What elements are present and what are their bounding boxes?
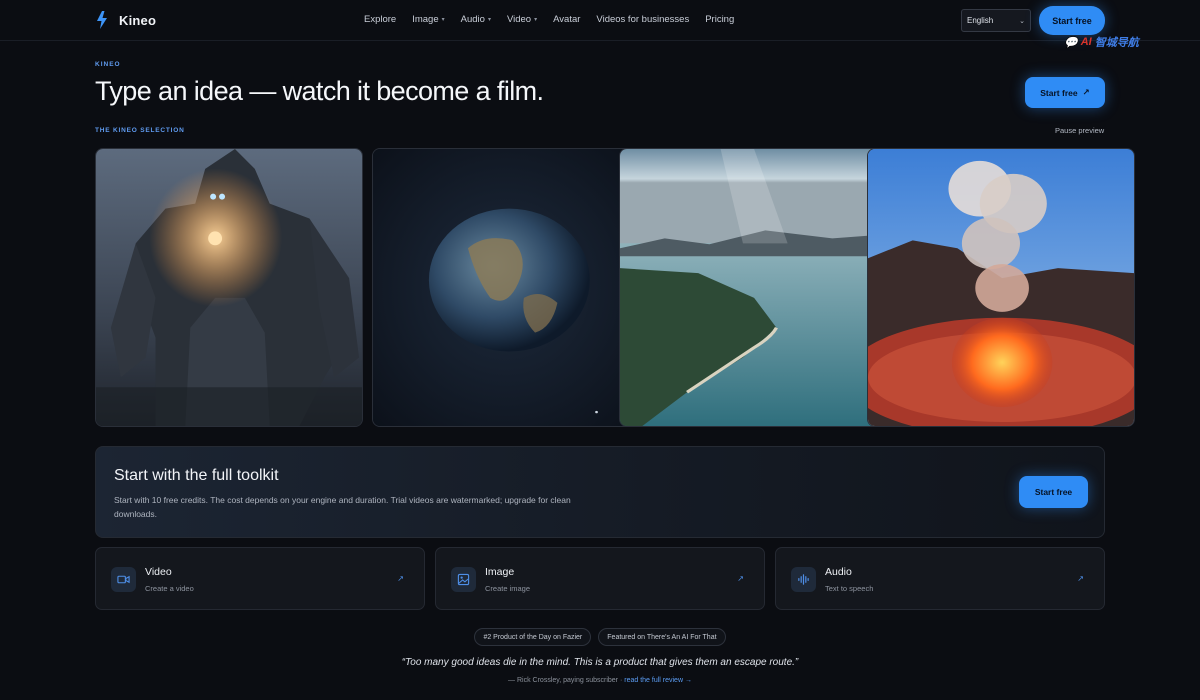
video-camera-icon <box>117 575 130 584</box>
menu-item-pricing[interactable]: Pricing <box>705 14 734 25</box>
toolkit-description: Start with 10 free credits. The cost dep… <box>114 495 571 519</box>
menu-item-image[interactable]: Image ▾ <box>412 14 444 25</box>
watermark-logo: 💬 AI 智城导航 <box>1064 33 1182 51</box>
tile-image[interactable]: Image Create image ↗ <box>435 547 765 610</box>
menu-item-businesses[interactable]: Videos for businesses <box>596 14 689 25</box>
chevron-down-icon: ▾ <box>534 17 538 23</box>
toolkit-title: Start with the full toolkit <box>114 467 279 484</box>
preview-card-earth[interactable] <box>372 148 640 427</box>
robot-preview-image <box>96 149 362 426</box>
menu-item-label: Audio <box>460 14 485 25</box>
button-label: Start free <box>1040 87 1078 98</box>
tile-title: Image <box>485 566 515 578</box>
toolkit-start-free-button[interactable]: Start free <box>1019 476 1088 508</box>
toolkit-panel: Start with the full toolkit Start with 1… <box>95 446 1105 538</box>
badge-aiforthat[interactable]: Featured on There's An AI For That <box>598 628 726 646</box>
selection-label: THE KINEO SELECTION <box>95 127 185 134</box>
chat-bubble-icon: 💬 <box>1064 36 1078 49</box>
testimonial-author: — Rick Crossley, paying subscriber · <box>508 677 623 684</box>
brand-logo[interactable]: Kineo <box>95 11 156 29</box>
pause-preview-button[interactable]: Pause preview <box>1055 126 1104 135</box>
tile-subtitle: Create image <box>485 584 531 593</box>
testimonial-attribution: — Rick Crossley, paying subscriber · rea… <box>0 677 1200 684</box>
testimonial-quote: “Too many good ideas die in the mind. Th… <box>401 657 799 668</box>
menu-item-audio[interactable]: Audio ▾ <box>461 14 491 25</box>
arrow-up-right-icon: ↗ <box>1077 574 1084 583</box>
language-value: English <box>967 16 994 25</box>
award-badges: #2 Product of the Day on Fazier Featured… <box>0 628 1200 646</box>
earth-preview-image <box>373 149 639 426</box>
chevron-down-icon: ⌄ <box>1019 17 1025 25</box>
bolt-icon <box>97 11 107 29</box>
nav-start-free-button[interactable]: Start free <box>1039 6 1105 35</box>
tile-title: Audio <box>825 566 852 578</box>
menu-item-label: Pricing <box>705 14 735 25</box>
chevron-down-icon: ▾ <box>487 17 491 23</box>
hero-eyebrow: KINEO <box>95 61 121 68</box>
watermark-ai: AI <box>1080 36 1092 48</box>
read-review-link[interactable]: read the full review → <box>624 677 692 684</box>
brand-name: Kineo <box>119 12 157 28</box>
menu-item-avatar[interactable]: Avatar <box>553 14 580 25</box>
hero-start-free-button[interactable]: Start free ↗ <box>1025 77 1105 108</box>
tile-subtitle: Text to speech <box>825 584 874 593</box>
arrow-up-right-icon: ↗ <box>1082 87 1090 97</box>
top-nav: Kineo Explore Image ▾ Audio ▾ Video ▾ Avata… <box>0 0 1200 41</box>
menu-item-explore[interactable]: Explore <box>364 14 396 25</box>
arrow-up-right-icon: ↗ <box>397 574 404 583</box>
menu-item-label: Videos for businesses <box>596 14 690 25</box>
tile-video[interactable]: Video Create a video ↗ <box>95 547 425 610</box>
chevron-down-icon: ▾ <box>441 17 445 23</box>
watermark-text: 智城导航 <box>1094 37 1139 49</box>
coast-preview-image <box>620 149 886 426</box>
menu-item-label: Video <box>506 14 532 25</box>
tile-audio[interactable]: Audio Text to speech ↗ <box>775 547 1105 610</box>
menu-item-label: Explore <box>364 14 397 25</box>
main-menu: Explore Image ▾ Audio ▾ Video ▾ Avatar Vide… <box>364 14 734 25</box>
preview-gallery <box>95 148 1135 427</box>
preview-card-volcano[interactable] <box>867 148 1135 427</box>
badge-fazier[interactable]: #2 Product of the Day on Fazier <box>474 628 592 646</box>
audio-wave-icon <box>798 574 809 585</box>
menu-item-label: Avatar <box>553 14 581 25</box>
tile-subtitle: Create a video <box>145 584 194 593</box>
language-select[interactable]: English ⌄ <box>961 9 1031 32</box>
image-icon <box>457 573 470 586</box>
tile-title: Video <box>145 566 172 578</box>
tile-icon-wrap <box>451 567 476 592</box>
menu-item-label: Image <box>412 14 439 25</box>
tile-icon-wrap <box>791 567 816 592</box>
preview-card-coast[interactable] <box>619 148 887 427</box>
volcano-preview-image <box>868 149 1134 426</box>
page-title: Type an idea — watch it become a film. <box>95 76 544 106</box>
preview-card-robot[interactable] <box>95 148 363 427</box>
menu-item-video[interactable]: Video ▾ <box>507 14 537 25</box>
tile-icon-wrap <box>111 567 136 592</box>
arrow-up-right-icon: ↗ <box>737 574 744 583</box>
